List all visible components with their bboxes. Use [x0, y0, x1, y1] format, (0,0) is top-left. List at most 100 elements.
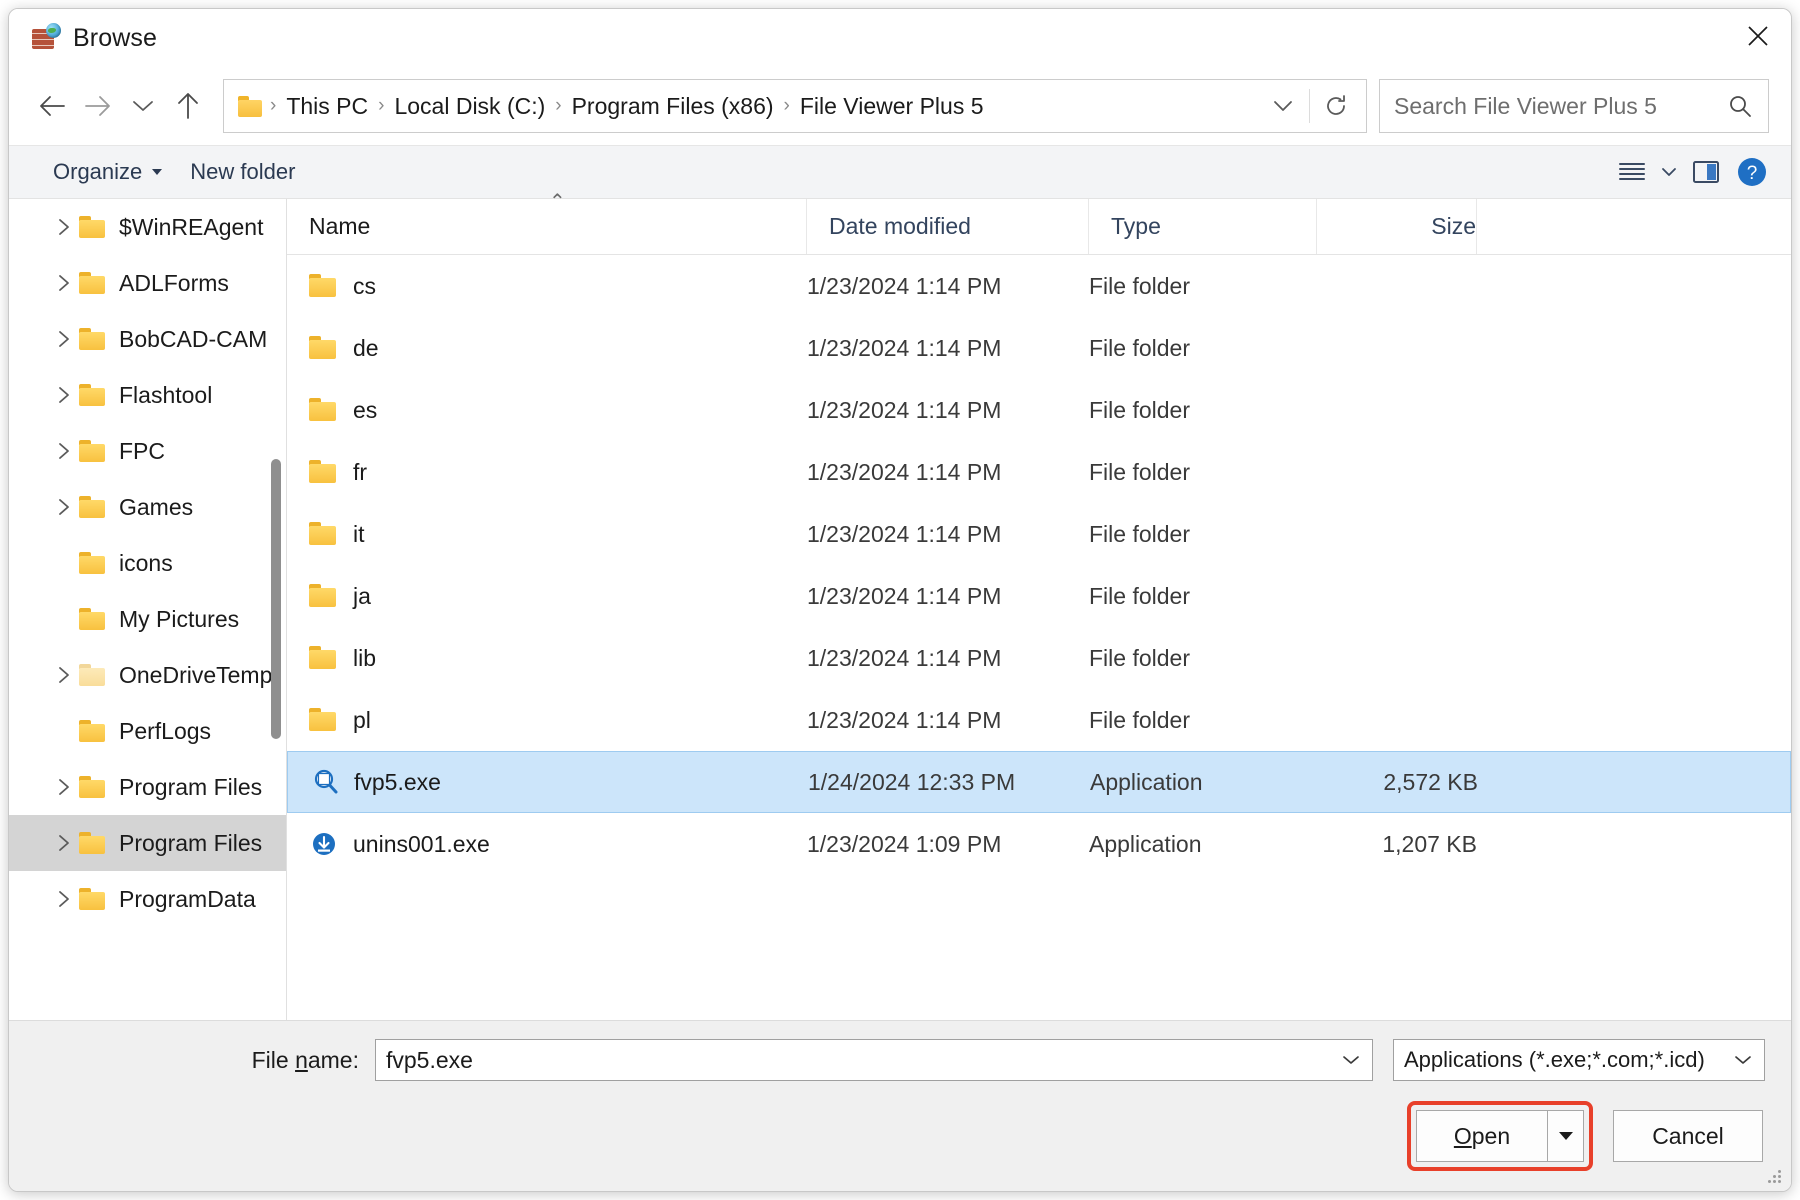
cancel-button[interactable]: Cancel [1613, 1110, 1763, 1162]
tree-expander-chevron-right-icon[interactable] [49, 833, 79, 853]
file-list-pane: ⌃ Name Date modified Type Size cs 1/23/20… [287, 191, 1791, 1020]
refresh-icon[interactable] [1310, 80, 1362, 132]
file-type-filter-select[interactable]: Applications (*.exe;*.com;*.icd) [1393, 1039, 1765, 1081]
filename-field[interactable] [375, 1039, 1373, 1081]
table-row[interactable]: fvp5.exe 1/24/2024 12:33 PM Application 2,5… [287, 751, 1791, 813]
breadcrumb-item-local-disk[interactable]: Local Disk (C:) [386, 91, 553, 122]
file-name-cell: fr [287, 441, 807, 503]
open-split-chevron-down-icon[interactable] [1548, 1110, 1584, 1162]
tree-expander-chevron-right-icon[interactable] [49, 385, 79, 405]
column-header-name[interactable]: ⌃ Name [287, 191, 807, 254]
help-icon[interactable]: ? [1729, 151, 1775, 193]
file-date-cell: 1/23/2024 1:14 PM [807, 644, 1002, 671]
file-type-cell: File folder [1089, 582, 1190, 609]
open-button[interactable]: Open [1416, 1110, 1548, 1162]
address-bar[interactable]: › This PC › Local Disk (C:) › Program Fi… [223, 79, 1367, 133]
svg-text:?: ? [1747, 163, 1758, 184]
folder-icon [79, 664, 107, 686]
preview-pane-icon[interactable] [1683, 151, 1729, 193]
sidebar-item-flashtool[interactable]: Flashtool [9, 367, 286, 423]
file-name-cell: it [287, 503, 807, 565]
recent-locations-button[interactable] [121, 83, 165, 129]
navigation-tree[interactable]: $WinREAgent ADLForms BobCAD-CAM Flashtool FP… [9, 199, 287, 1020]
search-input[interactable] [1394, 92, 1718, 120]
folder-icon [79, 440, 107, 462]
tree-expander-chevron-right-icon[interactable] [49, 665, 79, 685]
folder-icon [79, 608, 107, 630]
sidebar-item-perflogs[interactable]: PerfLogs [9, 703, 286, 759]
folder-icon [79, 888, 107, 910]
view-options-chevron-down-icon[interactable] [1655, 151, 1683, 193]
file-size-cell [1317, 317, 1477, 379]
sidebar-item-fpc[interactable]: FPC [9, 423, 286, 479]
sidebar-item-label: OneDriveTemp [119, 661, 273, 688]
folder-icon [309, 521, 339, 547]
column-header-size[interactable]: Size [1317, 199, 1477, 254]
forward-button[interactable] [75, 83, 121, 129]
file-type-cell: File folder [1089, 458, 1190, 485]
close-icon[interactable] [1725, 9, 1791, 63]
filename-input[interactable] [386, 1046, 1334, 1074]
tree-expander-chevron-right-icon[interactable] [49, 777, 79, 797]
tree-expander-chevron-right-icon[interactable] [49, 217, 79, 237]
breadcrumb-separator: › [783, 95, 790, 116]
button-row: Open Cancel [35, 1101, 1781, 1183]
sidebar-item-icons[interactable]: icons [9, 535, 286, 591]
organize-label: Organize [53, 159, 143, 184]
file-date-cell: 1/23/2024 1:09 PM [807, 830, 1002, 857]
sidebar-item-bobcad-cam[interactable]: BobCAD-CAM [9, 311, 286, 367]
folder-icon [309, 707, 339, 733]
table-row[interactable]: fr 1/23/2024 1:14 PM File folder [287, 441, 1791, 503]
sidebar-item-winreagent[interactable]: $WinREAgent [9, 199, 286, 255]
breadcrumb-item-program-files-x86[interactable]: Program Files (x86) [564, 91, 782, 122]
table-row[interactable]: it 1/23/2024 1:14 PM File folder [287, 503, 1791, 565]
file-name-cell: ja [287, 565, 807, 627]
table-row[interactable]: es 1/23/2024 1:14 PM File folder [287, 379, 1791, 441]
new-folder-button[interactable]: New folder [176, 153, 309, 191]
breadcrumb-item-this-pc[interactable]: This PC [278, 91, 376, 122]
organize-button[interactable]: Organize [39, 153, 176, 191]
breadcrumb-item-file-viewer-plus-5[interactable]: File Viewer Plus 5 [792, 91, 992, 122]
tree-expander-chevron-right-icon[interactable] [49, 273, 79, 293]
search-box[interactable] [1379, 79, 1769, 133]
table-row[interactable]: unins001.exe 1/23/2024 1:09 PM Application… [287, 813, 1791, 875]
sidebar-item-programdata[interactable]: ProgramData [9, 871, 286, 927]
table-row[interactable]: pl 1/23/2024 1:14 PM File folder [287, 689, 1791, 751]
table-row[interactable]: cs 1/23/2024 1:14 PM File folder [287, 255, 1791, 317]
sidebar-item-adlforms[interactable]: ADLForms [9, 255, 286, 311]
sidebar-item-label: icons [119, 549, 173, 576]
sidebar-scrollbar-thumb[interactable] [271, 459, 281, 739]
address-dropdown-icon[interactable] [1257, 80, 1309, 132]
tree-expander-chevron-right-icon[interactable] [49, 441, 79, 461]
breadcrumb-separator: › [270, 95, 277, 116]
tree-expander-chevron-right-icon[interactable] [49, 889, 79, 909]
table-row[interactable]: ja 1/23/2024 1:14 PM File folder [287, 565, 1791, 627]
table-row[interactable]: de 1/23/2024 1:14 PM File folder [287, 317, 1791, 379]
resize-grip[interactable] [1765, 1167, 1781, 1183]
file-rows[interactable]: cs 1/23/2024 1:14 PM File folder de 1/23/202… [287, 255, 1791, 1020]
sidebar-item-onedrivetemp[interactable]: OneDriveTemp [9, 647, 286, 703]
sidebar-item-program-files[interactable]: Program Files [9, 759, 286, 815]
filter-chevron-down-icon[interactable] [1726, 1040, 1760, 1080]
back-button[interactable] [29, 83, 75, 129]
table-row[interactable]: lib 1/23/2024 1:14 PM File folder [287, 627, 1791, 689]
file-type-cell: File folder [1089, 520, 1190, 547]
column-header-type[interactable]: Type [1089, 199, 1317, 254]
sidebar-item-my-pictures[interactable]: My Pictures [9, 591, 286, 647]
sidebar-item-program-files[interactable]: Program Files [9, 815, 286, 871]
breadcrumb: › This PC › Local Disk (C:) › Program Fi… [268, 91, 1257, 122]
list-view-icon[interactable] [1609, 151, 1655, 193]
folder-icon [79, 384, 107, 406]
search-icon[interactable] [1718, 84, 1762, 128]
open-button-highlight: Open [1407, 1101, 1593, 1171]
filename-chevron-down-icon[interactable] [1334, 1040, 1368, 1080]
column-header-size-label: Size [1431, 213, 1476, 239]
browse-dialog-window: Browse › This PC › Local Disk (C:) › Pro… [8, 8, 1792, 1192]
sidebar-item-games[interactable]: Games [9, 479, 286, 535]
file-name-cell: fvp5.exe [288, 752, 808, 812]
column-header-date-modified[interactable]: Date modified [807, 199, 1089, 254]
tree-expander-chevron-right-icon[interactable] [49, 329, 79, 349]
tree-expander-chevron-right-icon[interactable] [49, 497, 79, 517]
up-button[interactable] [165, 83, 211, 129]
file-date-cell: 1/23/2024 1:14 PM [807, 706, 1002, 733]
